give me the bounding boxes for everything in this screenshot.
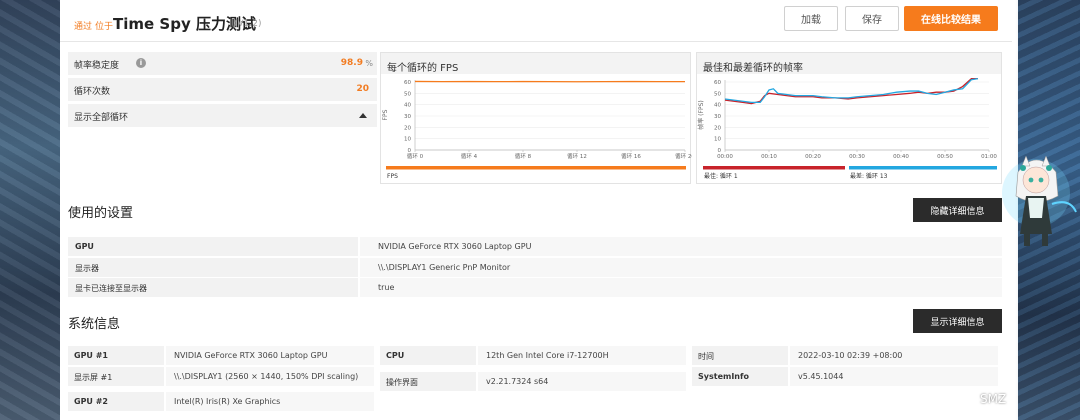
system-value: NVIDIA GeForce RTX 3060 Laptop GPU: [166, 346, 374, 365]
system-cell: GPU #2 Intel(R) Iris(R) Xe Graphics: [68, 392, 374, 411]
y-axis-label: FPS: [382, 109, 389, 120]
show-details-button[interactable]: 显示详细信息: [913, 309, 1002, 333]
y-tick-label: 50: [714, 91, 721, 97]
system-key: GPU #2: [68, 392, 164, 411]
best-worst-chart-svg: 605040302010000:00 00:10 00:20 00:30 00:40 00…: [697, 77, 997, 180]
legend-label: 最差: 循环 13: [850, 172, 888, 180]
stability-row: 帧率稳定度 i 98.9 %: [68, 52, 377, 75]
x-tick-label: 00:10: [761, 154, 777, 160]
hide-details-button[interactable]: 隐藏详细信息: [913, 198, 1002, 222]
result-panel: 通过 位于 Time Spy 压力测试 (V1.2) 加载 保存 在线比较结果 …: [60, 0, 1012, 420]
system-value: 12th Gen Intel Core i7-12700H: [478, 346, 686, 365]
x-tick-label: 00:00: [717, 154, 733, 160]
info-icon[interactable]: i: [136, 58, 146, 68]
x-tick-label: 00:30: [849, 154, 865, 160]
settings-row: GPU NVIDIA GeForce RTX 3060 Laptop GPU: [68, 237, 1002, 256]
system-value: v5.45.1044: [790, 367, 998, 386]
y-tick-label: 30: [714, 114, 721, 120]
y-tick-label: 20: [404, 125, 411, 131]
system-key: 显示屏 #1: [68, 367, 164, 386]
legend-swatch: [703, 166, 845, 170]
background-left: [0, 0, 60, 420]
x-tick-label: 循环 4: [461, 152, 478, 160]
y-axis-label: 帧率 (FPS): [697, 100, 705, 129]
y-tick-label: 10: [714, 137, 721, 143]
settings-key: 显示器: [68, 258, 358, 277]
stability-label: 帧率稳定度: [74, 61, 120, 71]
settings-key: 显卡已连接至显示器: [68, 278, 358, 297]
system-key: CPU: [380, 346, 476, 365]
legend-swatch: [849, 166, 997, 170]
system-cell: CPU 12th Gen Intel Core i7-12700H: [380, 346, 686, 365]
stability-value: 98.9: [340, 58, 363, 68]
y-tick-label: 50: [404, 91, 411, 97]
stability-unit: %: [365, 59, 373, 68]
pass-label: 通过: [74, 22, 93, 32]
settings-value: \\.\DISPLAY1 Generic PnP Monitor: [360, 258, 1002, 277]
x-tick-label: 循环 16: [621, 152, 641, 160]
settings-value: NVIDIA GeForce RTX 3060 Laptop GPU: [360, 237, 1002, 256]
y-tick-label: 60: [404, 80, 411, 86]
x-tick-label: 00:50: [937, 154, 953, 160]
pass-suffix: 位于: [95, 22, 114, 32]
system-info-title: 系统信息: [68, 317, 121, 332]
x-tick-label: 01:00: [981, 154, 997, 160]
x-tick-label: 循环 8: [515, 152, 532, 160]
settings-row: 显卡已连接至显示器 true: [68, 278, 1002, 297]
watermark-text: SMZ: [980, 392, 1007, 406]
system-cell: 时间 2022-03-10 02:39 +08:00: [692, 346, 998, 365]
save-button[interactable]: 保存: [845, 6, 899, 31]
legend-swatch: [386, 166, 686, 170]
chart-title: 每个循环的 FPS: [381, 53, 690, 74]
settings-row: 显示器 \\.\DISPLAY1 Generic PnP Monitor: [68, 258, 1002, 277]
system-value: v2.21.7324 s64: [478, 372, 686, 391]
system-cell: 操作界面 v2.21.7324 s64: [380, 372, 686, 391]
loops-value: 20: [356, 84, 369, 94]
y-tick-label: 30: [404, 114, 411, 120]
x-tick-label: 循环 20: [675, 152, 692, 160]
x-tick-label: 00:20: [805, 154, 821, 160]
compare-online-button[interactable]: 在线比较结果: [904, 6, 998, 31]
fps-chart-svg: 6050403020100循环 0循环 4循环 8循环 12循环 16循环 20…: [382, 80, 692, 180]
show-all-loops-link[interactable]: 显示全部循环: [74, 110, 128, 123]
caret-up-icon[interactable]: [359, 113, 367, 118]
system-value: \\.\DISPLAY1 (2560 × 1440, 150% DPI scal…: [166, 367, 374, 386]
system-value: 2022-03-10 02:39 +08:00: [790, 346, 998, 365]
system-cell: SystemInfo v5.45.1044: [692, 367, 998, 386]
y-tick-label: 40: [404, 103, 411, 109]
legend-label: FPS: [387, 173, 398, 180]
system-cell: GPU #1 NVIDIA GeForce RTX 3060 Laptop GP…: [68, 346, 374, 365]
y-tick-label: 60: [714, 80, 721, 86]
result-header: 通过 位于 Time Spy 压力测试 (V1.2) 加载 保存 在线比较结果: [60, 0, 1012, 42]
system-cell: 显示屏 #1 \\.\DISPLAY1 (2560 × 1440, 150% D…: [68, 367, 374, 386]
legend-label: 最佳: 循环 1: [704, 172, 738, 180]
system-key: GPU #1: [68, 346, 164, 365]
x-tick-label: 循环 0: [407, 152, 424, 160]
load-button[interactable]: 加载: [784, 6, 838, 31]
x-tick-label: 循环 12: [567, 152, 587, 160]
y-tick-label: 10: [404, 137, 411, 143]
fps-per-loop-chart: 每个循环的 FPS 60 50 40 30 20 10 0 循环 0 循环 4 循环 8 循环 12…: [380, 52, 692, 184]
loops-row: 循环次数 20: [68, 78, 377, 101]
y-tick-label: 40: [714, 103, 721, 109]
system-key: 时间: [692, 346, 788, 365]
loops-label: 循环次数: [74, 87, 111, 97]
chart-title: 最佳和最差循环的帧率: [697, 53, 1001, 74]
settings-value: true: [360, 278, 1002, 297]
best-worst-chart: 最佳和最差循环的帧率 60 50 40 30 20 10 0 00:00 00:10 00:20 0…: [696, 52, 1002, 184]
y-tick-label: 20: [714, 125, 721, 131]
system-key: 操作界面: [380, 372, 476, 391]
system-value: Intel(R) Iris(R) Xe Graphics: [166, 392, 374, 411]
x-tick-label: 00:40: [893, 154, 909, 160]
system-key: SystemInfo: [692, 367, 788, 386]
show-all-loops-row[interactable]: 显示全部循环: [68, 104, 377, 127]
mascot-character-image: [1002, 155, 1077, 246]
version-label: (V1.2): [234, 19, 262, 29]
settings-key: GPU: [68, 237, 358, 256]
settings-title: 使用的设置: [68, 206, 134, 221]
